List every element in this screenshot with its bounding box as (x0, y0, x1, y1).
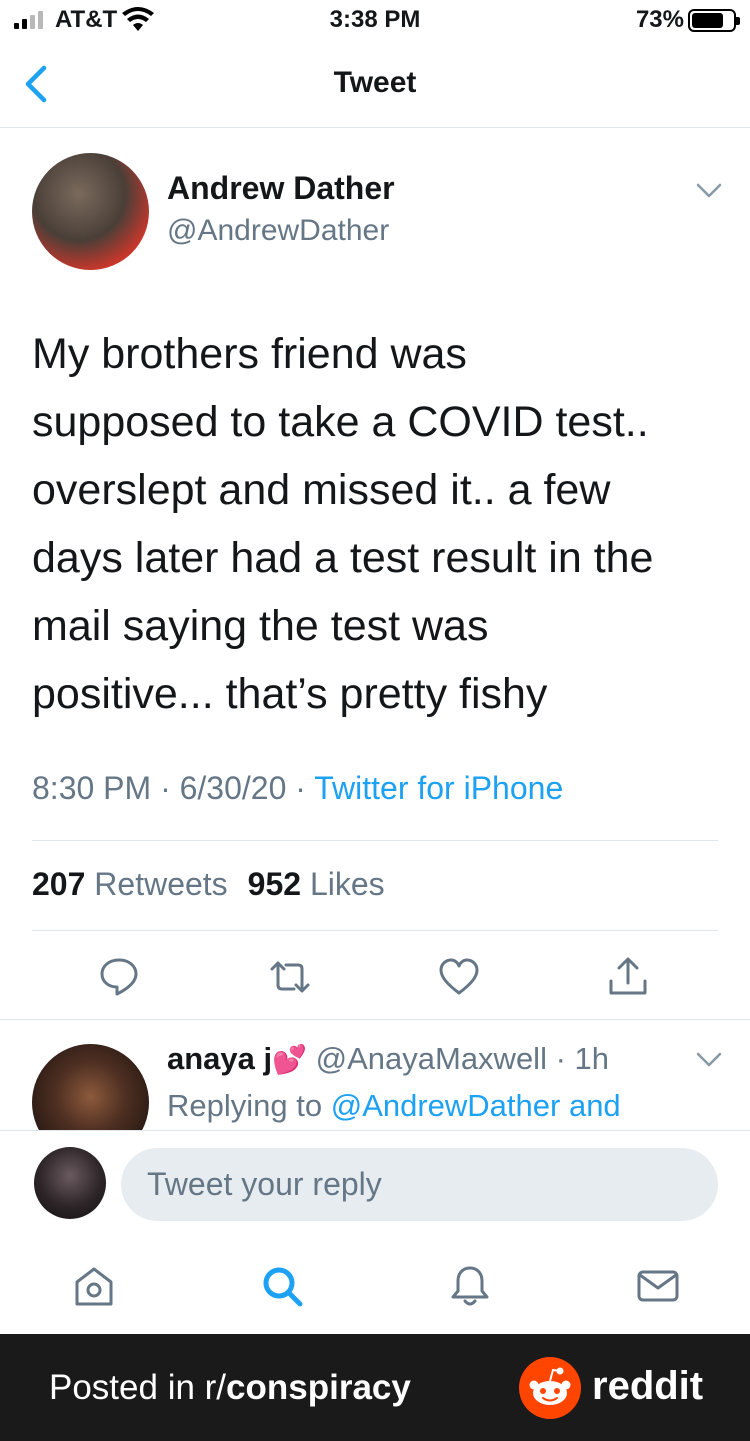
current-user-avatar[interactable] (34, 1147, 106, 1219)
tab-bar (0, 1240, 750, 1334)
more-options-chevron-down-icon[interactable] (696, 183, 722, 199)
tweet-source-link[interactable]: Twitter for iPhone (314, 770, 563, 806)
divider (32, 840, 718, 841)
battery-percentage: 73% (635, 6, 684, 33)
reply-composer (0, 1130, 750, 1240)
author-name[interactable]: Andrew Dather (167, 170, 395, 207)
likes-count: 952 (247, 866, 302, 902)
author-avatar[interactable] (32, 153, 149, 270)
messages-envelope-icon[interactable] (636, 1264, 680, 1308)
reply-comment-icon[interactable] (97, 955, 141, 999)
search-icon[interactable] (260, 1264, 304, 1308)
page-title: Tweet (333, 66, 417, 99)
separator-dot: · (151, 770, 180, 806)
replying-to: Replying to @AndrewDather and (167, 1088, 621, 1124)
tweet-text-line: mail saying the test was (32, 602, 489, 650)
engagement-stats: 207 Retweets 952 Likes (32, 866, 385, 903)
navigation-bar: Tweet (0, 40, 750, 128)
tweet-text-line: overslept and missed it.. a few (32, 466, 611, 514)
subreddit-name[interactable]: conspiracy (226, 1368, 411, 1407)
tweet-date: 6/30/20 (179, 770, 287, 806)
retweet-icon[interactable] (268, 955, 312, 999)
separator-dot: · (286, 770, 315, 806)
battery-icon (688, 9, 740, 32)
status-bar: AT&T 3:38 PM 73% (0, 0, 750, 40)
replying-to-prefix: Replying to (167, 1088, 331, 1123)
likes-label: Likes (309, 866, 385, 902)
reply-author-handle[interactable]: @AnayaMaxwell (316, 1041, 547, 1076)
reply-more-chevron-down-icon[interactable] (696, 1052, 722, 1068)
two-hearts-emoji-icon: 💕 (272, 1044, 307, 1075)
tweet-time: 8:30 PM (32, 770, 152, 806)
reply-author-name[interactable]: anaya j (167, 1041, 272, 1076)
share-icon[interactable] (606, 955, 650, 999)
replying-to-link[interactable]: @AndrewDather and (331, 1088, 621, 1123)
home-icon[interactable] (72, 1264, 116, 1308)
author-handle[interactable]: @AndrewDather (167, 214, 389, 248)
retweets-stat[interactable]: 207 Retweets (32, 866, 228, 902)
posted-in-prefix: Posted in r/ (49, 1368, 227, 1407)
reply-author-avatar[interactable] (32, 1044, 149, 1130)
reddit-wordmark: reddit (592, 1364, 704, 1408)
separator-dot: · (546, 1041, 575, 1076)
tweet-text-line: My brothers friend was (32, 330, 467, 378)
tweet-text-line: supposed to take a COVID test.. (32, 398, 649, 446)
reply-header: anaya j💕 @AnayaMaxwell · 1h (167, 1041, 609, 1077)
retweets-count: 207 (32, 866, 86, 902)
likes-stat[interactable]: 952 Likes (248, 866, 385, 902)
reply-input[interactable] (121, 1148, 718, 1221)
like-heart-icon[interactable] (437, 955, 481, 999)
retweets-label: Retweets (94, 866, 228, 902)
reply-preview[interactable]: anaya j💕 @AnayaMaxwell · 1h Replying to … (0, 1020, 750, 1130)
tweet-text-line: positive... that’s pretty fishy (32, 670, 548, 718)
reddit-footer: Posted in r/conspiracy reddit (0, 1334, 750, 1441)
reddit-logo-icon (519, 1357, 581, 1419)
tweet-actions (0, 955, 750, 1000)
reply-age: 1h (574, 1041, 610, 1076)
notifications-bell-icon[interactable] (448, 1264, 492, 1308)
posted-in-label: Posted in r/conspiracy (49, 1368, 411, 1408)
tweet-text: My brothers friend was supposed to take … (32, 320, 722, 728)
tweet-metadata: 8:30 PM · 6/30/20 · Twitter for iPhone (32, 770, 563, 807)
tweet-text-line: days later had a test result in the (32, 534, 654, 582)
divider (32, 930, 718, 931)
